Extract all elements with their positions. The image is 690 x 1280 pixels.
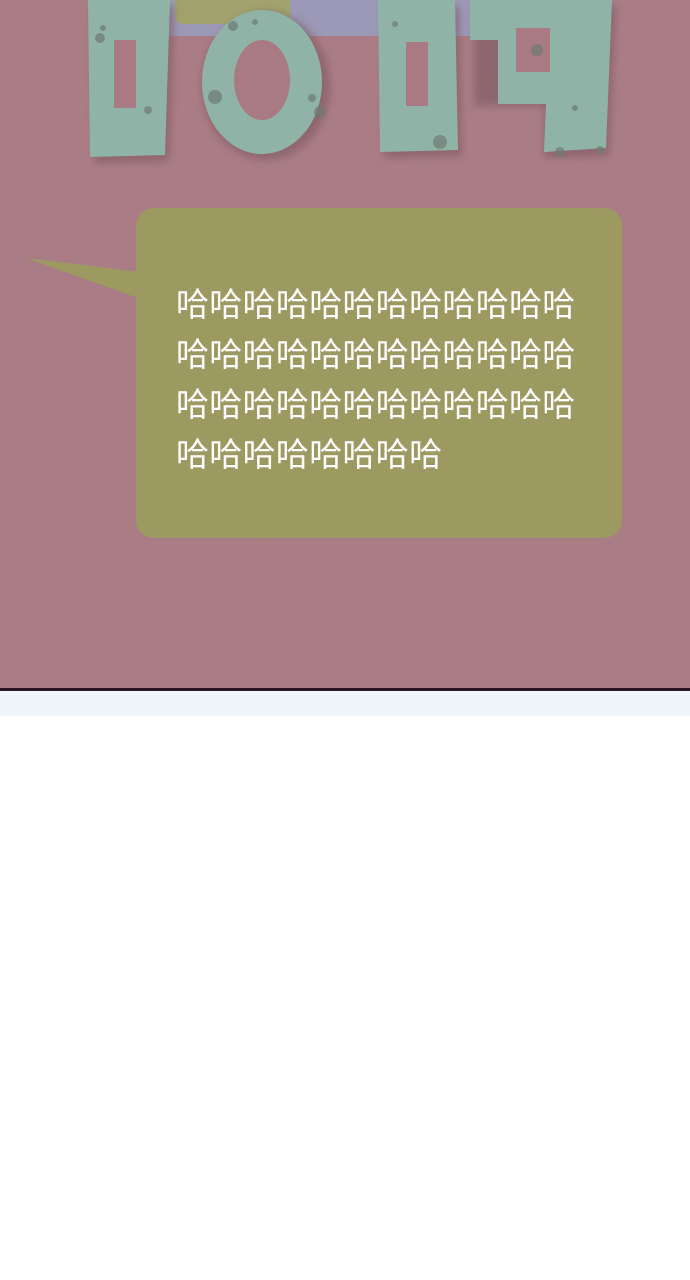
comic-panel: 哈哈哈哈哈哈哈哈哈哈哈哈哈哈哈哈哈哈哈哈哈哈哈哈哈哈哈哈哈哈哈哈哈哈哈哈哈哈哈哈… [0, 0, 690, 688]
blank-page-area [0, 716, 690, 1280]
panel-gap-strip [0, 691, 690, 716]
speech-bubble: 哈哈哈哈哈哈哈哈哈哈哈哈哈哈哈哈哈哈哈哈哈哈哈哈哈哈哈哈哈哈哈哈哈哈哈哈哈哈哈哈… [136, 208, 622, 538]
comic-page: 哈哈哈哈哈哈哈哈哈哈哈哈哈哈哈哈哈哈哈哈哈哈哈哈哈哈哈哈哈哈哈哈哈哈哈哈哈哈哈哈… [0, 0, 690, 1280]
speech-bubble-text: 哈哈哈哈哈哈哈哈哈哈哈哈哈哈哈哈哈哈哈哈哈哈哈哈哈哈哈哈哈哈哈哈哈哈哈哈哈哈哈哈… [176, 285, 576, 474]
